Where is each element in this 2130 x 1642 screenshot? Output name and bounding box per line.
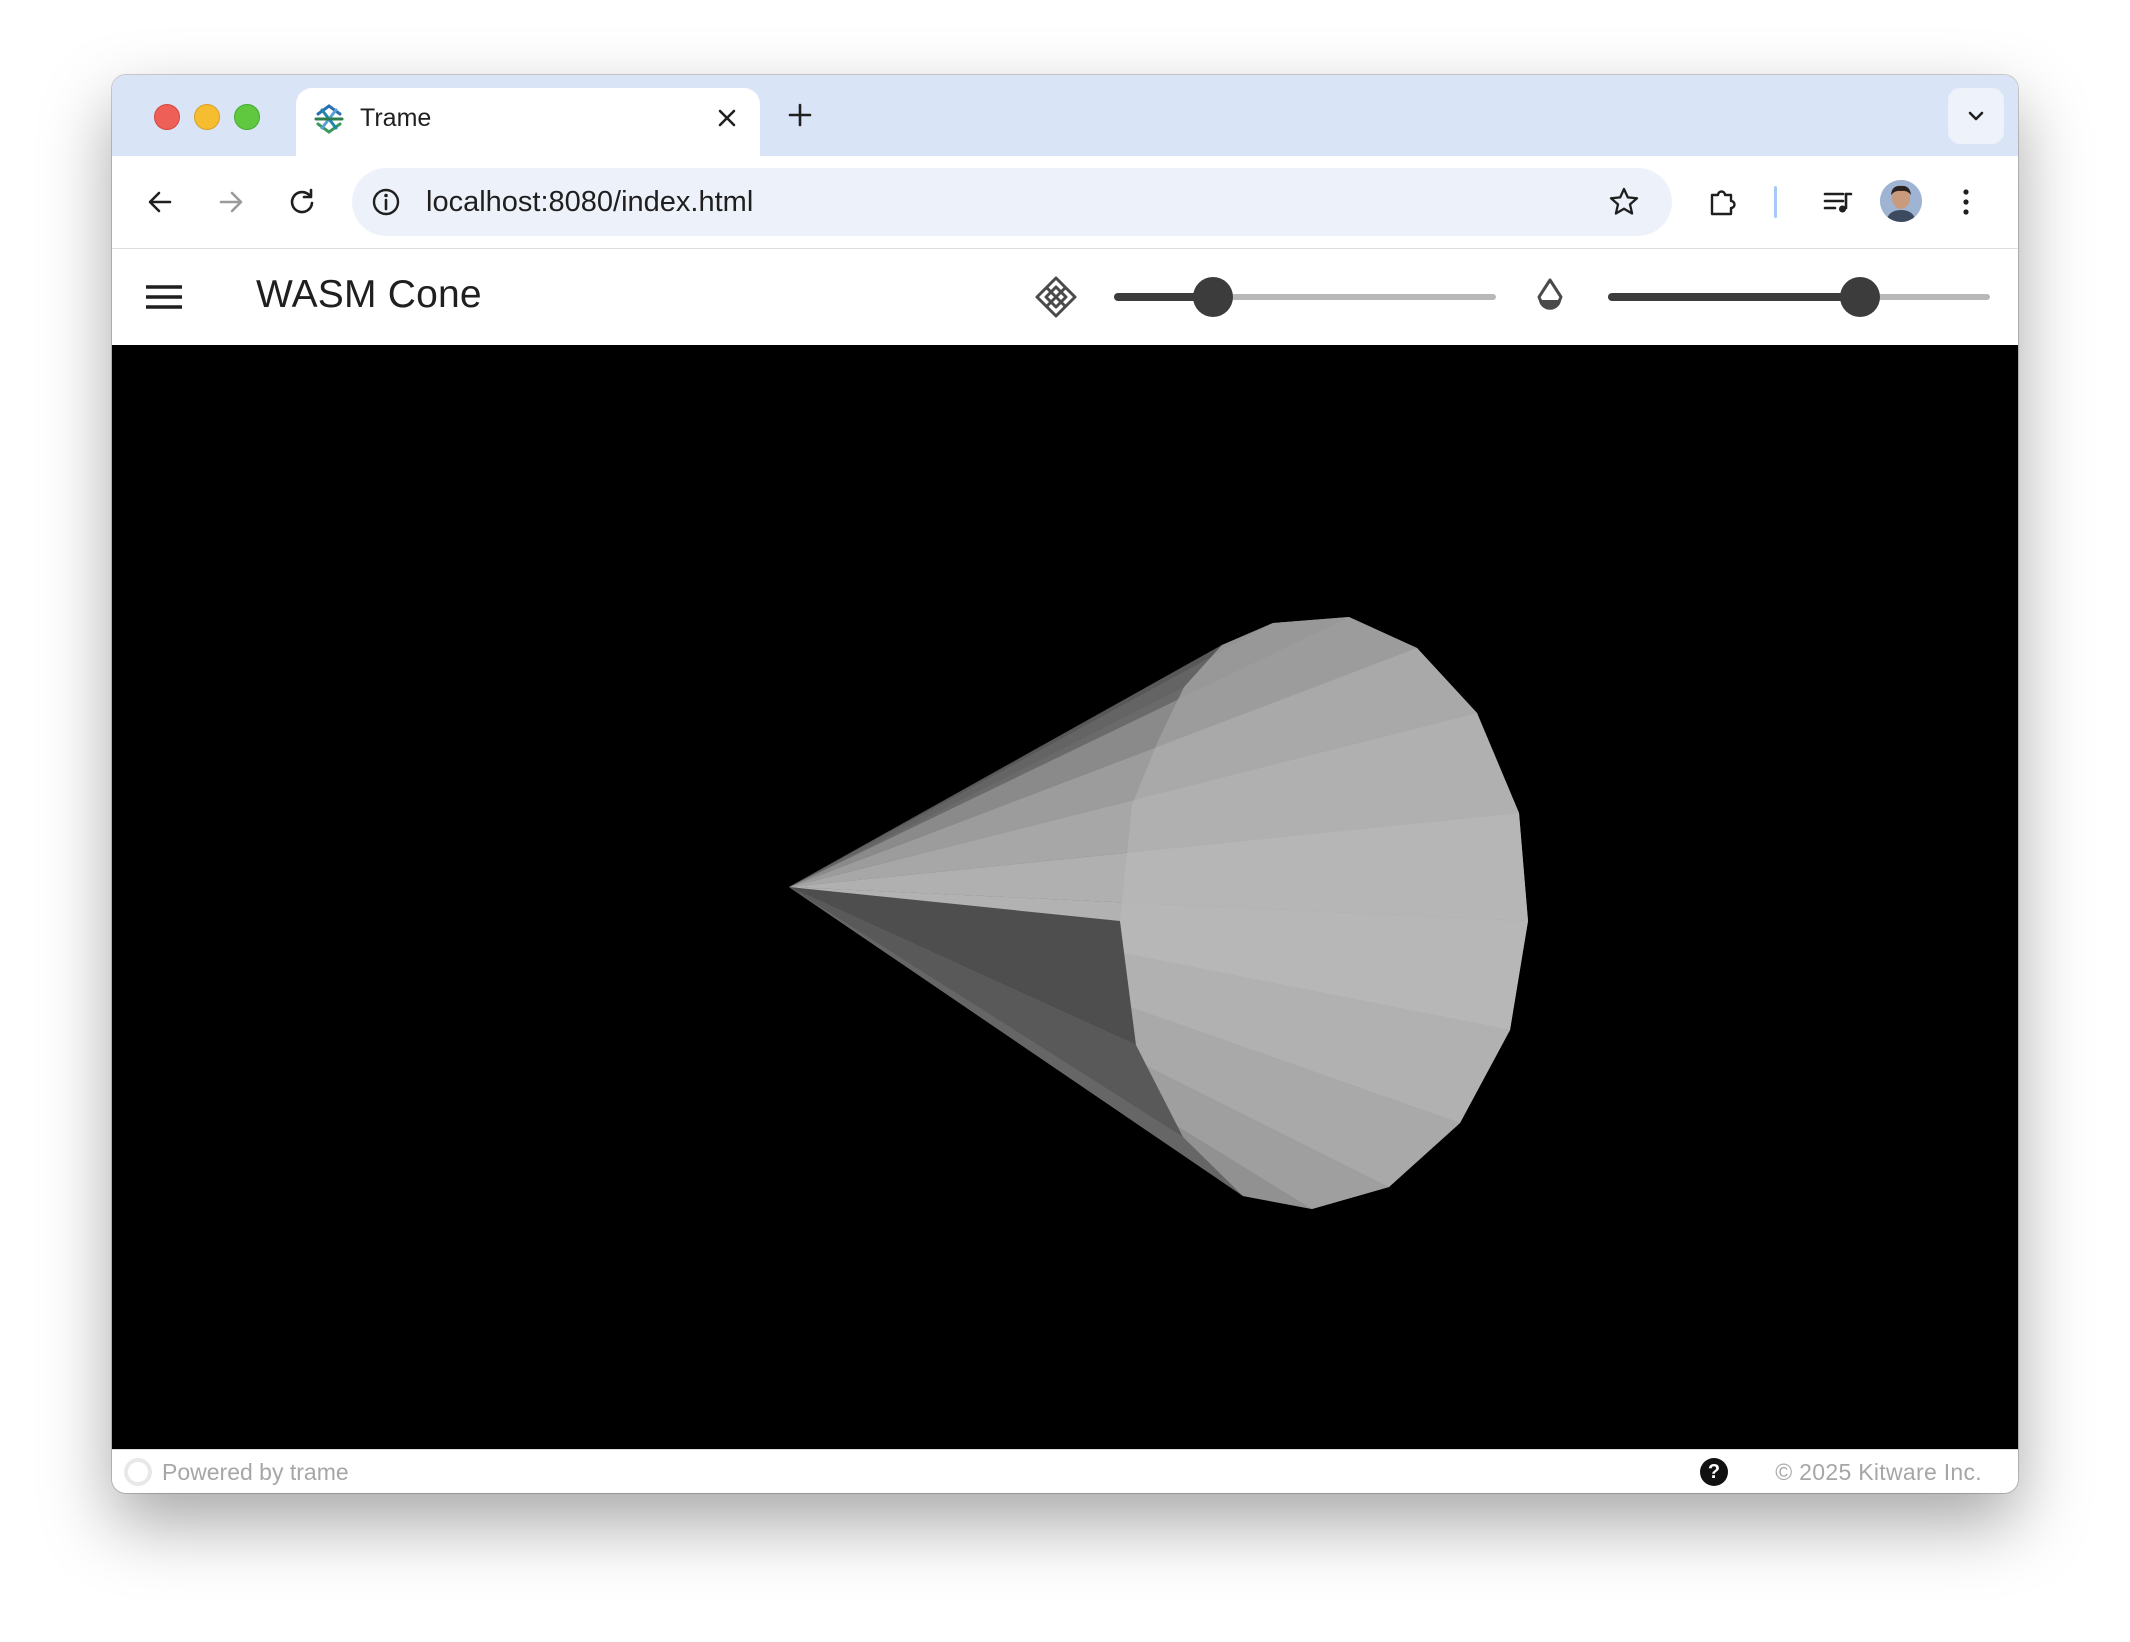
menu-hamburger-icon[interactable] (144, 277, 184, 317)
app-footer: Powered by trame ? © 2025 Kitware Inc. (112, 1449, 2018, 1493)
render-view[interactable] (112, 345, 2018, 1449)
opacity-slider-fill (1608, 293, 1861, 301)
loading-spinner-icon (124, 1458, 152, 1486)
extensions-puzzle-icon[interactable] (1705, 184, 1741, 220)
app-toolbar: WASM Cone (112, 249, 2018, 345)
tab-search-button[interactable] (1948, 88, 2004, 144)
close-tab-icon[interactable] (712, 103, 742, 133)
trame-logo-icon (314, 104, 344, 134)
user-avatar-icon (1880, 180, 1922, 222)
url-text: localhost:8080/index.html (426, 186, 754, 218)
cone-base-overlay (1120, 617, 1528, 1209)
new-tab-icon[interactable] (782, 97, 818, 133)
resolution-slider[interactable] (1114, 277, 1496, 317)
forward-arrow-icon[interactable] (213, 184, 249, 220)
minimize-window-button[interactable] (194, 104, 220, 130)
chevron-down-icon (1968, 111, 1984, 121)
water-opacity-icon (1537, 278, 1563, 310)
close-window-button[interactable] (154, 104, 180, 130)
tab-trame[interactable]: Trame (296, 88, 760, 156)
browser-toolbar: localhost:8080/index.html (112, 156, 2018, 249)
reload-icon[interactable] (284, 184, 320, 220)
address-bar[interactable]: localhost:8080/index.html (352, 168, 1672, 236)
profile-avatar[interactable] (1880, 180, 1922, 222)
opacity-slider[interactable] (1608, 277, 1990, 317)
media-control-icon[interactable] (1820, 184, 1856, 220)
copyright-text[interactable]: © 2025 Kitware Inc. (1775, 1459, 1982, 1486)
toolbar-divider (1774, 186, 1777, 218)
tab-title: Trame (360, 104, 432, 132)
rhombus-split-icon (1035, 276, 1077, 318)
site-info-icon[interactable] (368, 184, 404, 220)
bookmark-star-icon[interactable] (1606, 184, 1642, 220)
opacity-slider-thumb[interactable] (1840, 277, 1881, 317)
tab-strip: Trame (112, 75, 2018, 156)
back-arrow-icon[interactable] (142, 184, 178, 220)
resolution-slider-thumb[interactable] (1193, 277, 1234, 317)
help-icon[interactable]: ? (1700, 1458, 1728, 1486)
powered-by-text[interactable]: Powered by trame (162, 1459, 349, 1486)
app-title: WASM Cone (256, 273, 482, 316)
maximize-window-button[interactable] (234, 104, 260, 130)
browser-window: Trame localhost:8080/index.html WASM Con… (112, 75, 2018, 1493)
more-vertical-icon[interactable] (1948, 184, 1984, 220)
cone-render (789, 617, 1528, 1209)
